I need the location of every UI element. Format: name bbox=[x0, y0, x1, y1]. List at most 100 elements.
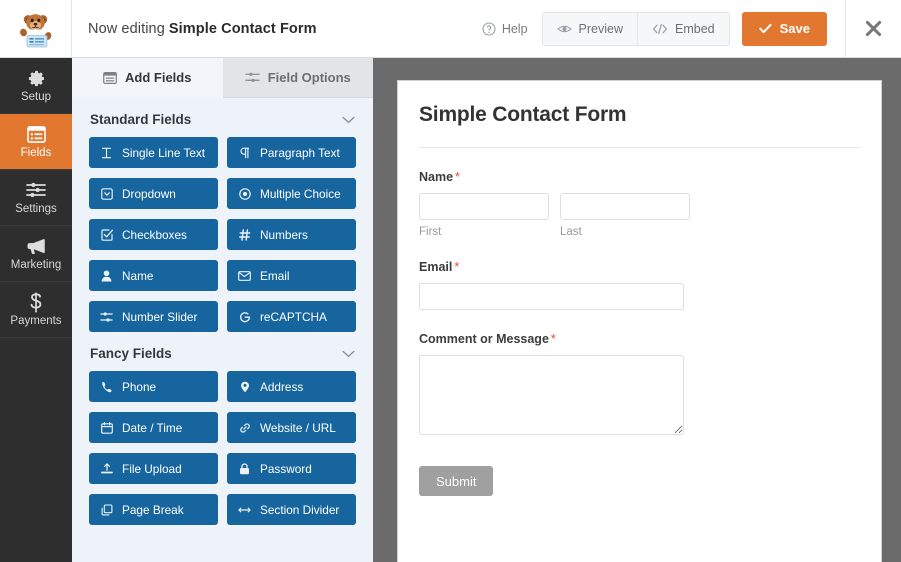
field-button-multiple-choice[interactable]: Multiple Choice bbox=[227, 178, 356, 209]
close-builder-button[interactable] bbox=[845, 0, 901, 57]
sidebar-item-settings[interactable]: Settings bbox=[0, 170, 72, 226]
section-title: Fancy Fields bbox=[90, 346, 172, 361]
field-options-icon bbox=[245, 71, 260, 84]
google-g-icon bbox=[238, 311, 251, 323]
sidebar-item-fields[interactable]: Fields bbox=[0, 114, 72, 170]
tab-field-options[interactable]: Field Options bbox=[222, 58, 373, 98]
field-button-checkboxes[interactable]: Checkboxes bbox=[89, 219, 218, 250]
field-label: Single Line Text bbox=[122, 145, 206, 160]
label-text: Name bbox=[419, 170, 454, 184]
field-button-section-divider[interactable]: Section Divider bbox=[227, 494, 356, 525]
sidebar-item-payments[interactable]: Payments bbox=[0, 282, 72, 338]
preview-embed-group: Preview Embed bbox=[541, 11, 730, 46]
tab-label: Field Options bbox=[267, 70, 351, 85]
calendar-icon bbox=[100, 421, 113, 434]
field-label: Section Divider bbox=[260, 502, 340, 517]
field-button-dropdown[interactable]: Dropdown bbox=[89, 178, 218, 209]
text-cursor-icon bbox=[100, 147, 113, 159]
page-break-icon bbox=[100, 503, 113, 516]
field-button-recaptcha[interactable]: reCAPTCHA bbox=[227, 301, 356, 332]
question-circle-icon bbox=[482, 21, 496, 36]
name-inputs-row bbox=[419, 193, 857, 220]
required-marker: * bbox=[454, 260, 460, 274]
chevron-down-icon bbox=[342, 116, 355, 124]
wpforms-bear-logo bbox=[14, 7, 58, 51]
field-button-name[interactable]: Name bbox=[89, 260, 218, 291]
logo-container bbox=[0, 0, 72, 57]
app-header: Now editing Simple Contact Form Help Pre… bbox=[0, 0, 901, 58]
field-button-single-line-text[interactable]: Single Line Text bbox=[89, 137, 218, 168]
field-label: Date / Time bbox=[122, 420, 183, 435]
envelope-icon bbox=[238, 270, 251, 281]
field-button-date-time[interactable]: Date / Time bbox=[89, 412, 218, 443]
chevron-down-icon bbox=[342, 350, 355, 358]
field-label: Numbers bbox=[260, 227, 308, 242]
field-button-email[interactable]: Email bbox=[227, 260, 356, 291]
preview-field-name[interactable]: Name * First Last bbox=[419, 148, 857, 238]
save-label: Save bbox=[779, 21, 810, 36]
help-button[interactable]: Help bbox=[468, 12, 542, 46]
checkbox-icon bbox=[100, 228, 113, 241]
header-actions: Help Preview Embed Save bbox=[468, 0, 845, 57]
field-label: Name bbox=[122, 268, 154, 283]
sub-label-first: First bbox=[419, 226, 442, 238]
preview-button[interactable]: Preview bbox=[541, 11, 639, 46]
code-brackets-icon bbox=[652, 23, 668, 35]
sidebar-item-label: Marketing bbox=[10, 259, 62, 271]
sidebar-item-setup[interactable]: Setup bbox=[0, 58, 72, 114]
field-label: reCAPTCHA bbox=[260, 309, 327, 324]
field-label: Email bbox=[260, 268, 290, 283]
field-label: Page Break bbox=[122, 502, 184, 517]
name-sub-labels: First Last bbox=[419, 226, 857, 238]
field-button-page-break[interactable]: Page Break bbox=[89, 494, 218, 525]
field-button-website-url[interactable]: Website / URL bbox=[227, 412, 356, 443]
required-marker: * bbox=[550, 332, 556, 346]
close-icon bbox=[864, 19, 883, 38]
form-preview-area: Simple Contact Form Name * First Last Em… bbox=[397, 80, 882, 562]
save-button[interactable]: Save bbox=[741, 11, 827, 46]
field-label-name: Name * bbox=[419, 170, 857, 184]
field-label: Website / URL bbox=[260, 420, 336, 435]
upload-icon bbox=[100, 462, 113, 475]
field-button-file-upload[interactable]: File Upload bbox=[89, 453, 218, 484]
person-icon bbox=[100, 270, 113, 282]
field-button-address[interactable]: Address bbox=[227, 371, 356, 402]
field-label: Password bbox=[260, 461, 312, 476]
field-label-comment: Comment or Message * bbox=[419, 332, 857, 346]
add-fields-panel: Add Fields Field Options Standard Fields bbox=[72, 58, 373, 562]
field-button-number-slider[interactable]: Number Slider bbox=[89, 301, 218, 332]
dropdown-icon bbox=[100, 187, 113, 200]
sidebar-item-label: Fields bbox=[20, 147, 52, 159]
section-header-standard-fields[interactable]: Standard Fields bbox=[72, 98, 373, 137]
section-title: Standard Fields bbox=[90, 112, 192, 127]
embed-button[interactable]: Embed bbox=[638, 11, 730, 46]
tab-add-fields[interactable]: Add Fields bbox=[72, 58, 223, 98]
help-label: Help bbox=[501, 21, 528, 36]
field-button-paragraph-text[interactable]: Paragraph Text bbox=[227, 137, 356, 168]
sidebar-item-marketing[interactable]: Marketing bbox=[0, 226, 72, 282]
sidebar-item-label: Setup bbox=[20, 91, 52, 103]
preview-field-comment[interactable]: Comment or Message * bbox=[419, 310, 857, 440]
name-last-input[interactable] bbox=[560, 193, 690, 220]
sub-label-last: Last bbox=[560, 226, 582, 238]
section-header-fancy-fields[interactable]: Fancy Fields bbox=[72, 332, 373, 371]
field-button-numbers[interactable]: Numbers bbox=[227, 219, 356, 250]
map-pin-icon bbox=[238, 381, 251, 393]
comment-textarea[interactable] bbox=[419, 355, 684, 435]
builder-nav-rail: Setup Fields Settings Marketing Payments bbox=[0, 58, 72, 562]
panel-tabs: Add Fields Field Options bbox=[72, 58, 373, 98]
field-button-password[interactable]: Password bbox=[227, 453, 356, 484]
email-input[interactable] bbox=[419, 283, 684, 310]
label-text: Comment or Message bbox=[419, 332, 549, 346]
form-builder-app: Now editing Simple Contact Form Help Pre… bbox=[0, 0, 901, 562]
name-first-input[interactable] bbox=[419, 193, 549, 220]
field-button-phone[interactable]: Phone bbox=[89, 371, 218, 402]
field-label: Checkboxes bbox=[122, 227, 187, 242]
preview-field-email[interactable]: Email * bbox=[419, 238, 857, 310]
current-form-name: Simple Contact Form bbox=[168, 20, 317, 37]
field-label: Phone bbox=[122, 379, 157, 394]
field-label-email: Email * bbox=[419, 260, 857, 274]
sidebar-item-label: Settings bbox=[15, 203, 57, 215]
field-label: Paragraph Text bbox=[260, 145, 340, 160]
submit-button[interactable]: Submit bbox=[419, 466, 494, 496]
